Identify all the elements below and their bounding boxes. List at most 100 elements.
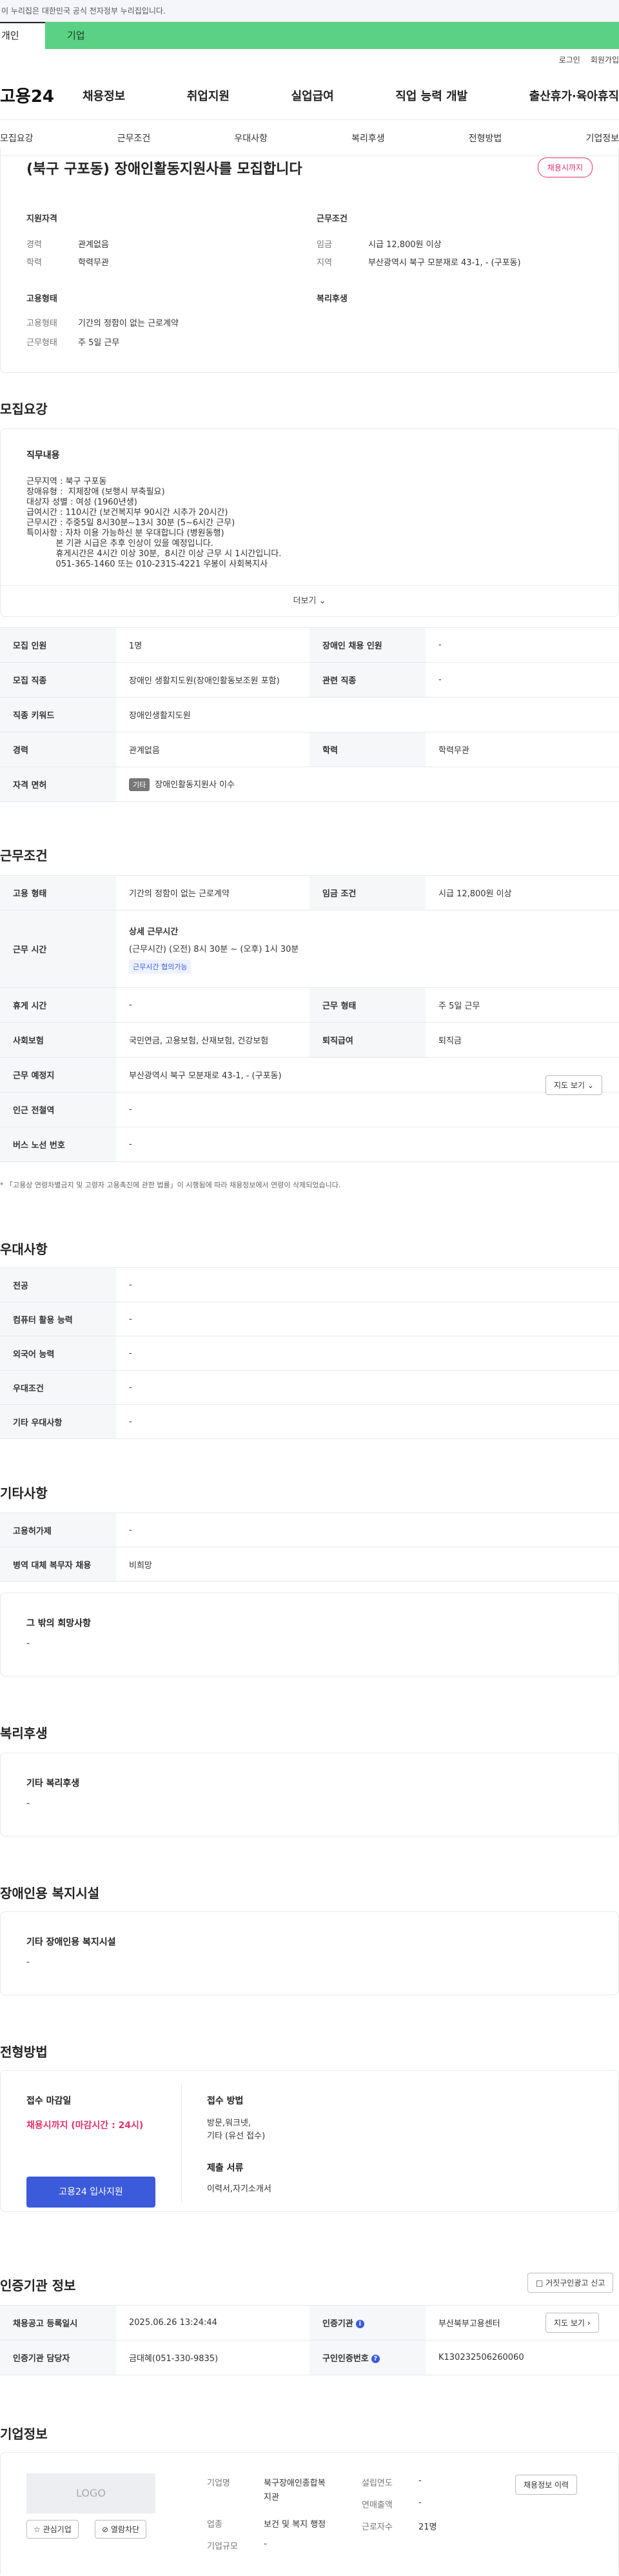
table-key: 자격 면허	[0, 767, 116, 802]
table-value: 2025.06.26 13:24:44	[116, 2305, 310, 2340]
gnb-item[interactable]: 실업급여	[291, 87, 334, 104]
emptype-value: 기간의 정함이 없는 근로계약	[78, 319, 179, 328]
license-chip: 기타	[129, 778, 150, 791]
favorite-company-button[interactable]: ☆ 관심기업	[26, 2520, 79, 2539]
apply-button[interactable]: 고용24 입사지원	[26, 2177, 155, 2208]
table-key: 근무 예정지	[0, 1057, 116, 1092]
table-key: 외국어 능력	[0, 1336, 116, 1371]
region-value: 부산광역시 북구 모분재로 43-1, - (구포동)	[368, 258, 521, 268]
recruit-table: 모집 인원 1명 장애인 채용 인원 - 모집 직종 장애인 생활지도원(장애인…	[0, 627, 619, 802]
welfare-heading: 복리후생	[317, 294, 348, 304]
table-value: 주 5일 근무	[426, 987, 619, 1023]
table-key: 모집 인원	[0, 627, 116, 663]
table-value: 기간의 정함이 없는 근로계약	[116, 875, 310, 911]
info-icon[interactable]: ?	[371, 2355, 380, 2363]
tab-preference[interactable]: 우대사항	[234, 132, 268, 145]
company-section-title: 기업정보	[0, 2426, 48, 2442]
table-row: 인증기관 담당자 금대혜(051-330-9835) 구인인증번호? K1302…	[0, 2340, 619, 2375]
tab-welfare[interactable]: 복리후생	[351, 132, 385, 145]
table-key: 버스 노선 번호	[0, 1127, 116, 1162]
tab-conditions[interactable]: 근무조건	[117, 132, 151, 145]
disabled-box-value: -	[26, 1957, 30, 1967]
method-value-line2: 기타 (유선 접수)	[207, 2131, 266, 2141]
company-logo-placeholder: LOGO	[26, 2473, 155, 2513]
disabled-section-title: 장애인용 복지시설	[0, 1886, 100, 1901]
table-value: 장애인생활지도원	[116, 697, 619, 732]
agency-table: 채용공고 등록일시 2025.06.26 13:24:44 인증기관 i 부산북부…	[0, 2305, 619, 2375]
table-value: 관계없음	[116, 732, 310, 767]
map-view-button[interactable]: 지도 보기 ⌄	[545, 1075, 602, 1095]
table-key: 휴게 시간	[0, 987, 116, 1023]
tab-recruit[interactable]: 모집요강	[0, 132, 34, 145]
table-value: -	[116, 1513, 619, 1547]
sales-value: -	[418, 2498, 422, 2508]
table-key: 컴퓨터 활용 능력	[0, 1302, 116, 1336]
more-label: 더보기	[293, 596, 317, 606]
tab-company[interactable]: 기업정보	[585, 132, 619, 145]
company-size-value: -	[264, 2539, 267, 2549]
education-key: 학력	[26, 258, 42, 268]
table-row: 자격 면허 기타 장애인활동지원사 이수	[0, 767, 619, 802]
hiring-history-button[interactable]: 채용정보 이력	[515, 2475, 578, 2495]
global-nav: 고용24 채용정보 취업지원 실업급여 직업 능력 개발 출산휴가·육아휴직	[0, 71, 619, 120]
favorite-label: 관심기업	[43, 2525, 72, 2534]
agency-section-title: 인증기관 정보	[0, 2278, 76, 2293]
site-logo[interactable]: 고용24	[0, 83, 83, 107]
duty-line: 본 기관 시급은 추후 인상이 있을 예정입니다.	[26, 539, 213, 548]
table-value: -	[116, 1302, 619, 1336]
education-value: 학력무관	[78, 258, 109, 268]
time-negotiable-tag: 근무시간 협의가능	[129, 959, 192, 974]
duty-line: 근무지역 : 북구 구포동	[26, 477, 107, 487]
gnb-item[interactable]: 출산휴가·육아휴직	[529, 87, 619, 104]
gnb-item[interactable]: 취업지원	[187, 87, 230, 104]
table-row: 고용허가제 -	[0, 1513, 619, 1547]
duty-line: 특이사항 : 자차 이용 가능하신 분 우대합니다 (병원동행)	[26, 528, 224, 538]
gnb-item[interactable]: 채용정보	[83, 87, 125, 104]
table-key: 경력	[0, 732, 116, 767]
career-key: 경력	[26, 240, 42, 250]
table-row: 사회보험 국민연금, 고용보험, 산재보험, 건강보험 퇴직급여 퇴직금	[0, 1022, 619, 1058]
more-button[interactable]: 더보기 ⌄	[1, 585, 618, 616]
table-key: 인근 전철역	[0, 1092, 116, 1127]
job-title: (북구 구포동) 장애인활동지원사를 모집합니다	[26, 161, 302, 177]
report-false-ad-button[interactable]: □ 거짓구인광고 신고	[527, 2273, 614, 2293]
conditions-heading: 근무조건	[317, 214, 348, 224]
signup-link[interactable]: 회원가입	[591, 55, 619, 65]
info-icon[interactable]: i	[355, 2320, 364, 2328]
block-icon: ⊘	[102, 2525, 109, 2534]
table-value: 금대혜(051-330-9835)	[116, 2340, 310, 2375]
docs-heading: 제출 서류	[207, 2163, 244, 2173]
table-key: 근무 형태	[310, 987, 426, 1023]
table-value: -	[116, 1127, 619, 1162]
table-row: 경력 관계없음 학력 학력무관	[0, 732, 619, 767]
recruit-section-title: 모집요강	[0, 401, 48, 417]
table-value: 비희망	[116, 1547, 619, 1582]
table-value: 1명	[116, 627, 310, 663]
table-row: 근무 예정지 부산광역시 북구 모분재로 43-1, - (구포동)	[0, 1057, 619, 1092]
usertype-corporate-tab[interactable]: 기업	[45, 22, 619, 49]
table-key: 인증기관	[322, 2319, 353, 2329]
table-row: 모집 인원 1명 장애인 채용 인원 -	[0, 627, 619, 663]
report-icon: □	[536, 2279, 544, 2288]
block-label: 열람차단	[110, 2525, 140, 2534]
chevron-right-icon: ›	[587, 2319, 591, 2328]
gnb-item[interactable]: 직업 능력 개발	[395, 87, 467, 104]
table-value: 장애인 생활지도원(장애인활동보조원 포함)	[116, 662, 310, 698]
agency-map-button[interactable]: 지도 보기 ›	[545, 2313, 599, 2333]
company-name-value-line2: 지관	[264, 2493, 279, 2502]
login-link[interactable]: 로그인	[559, 55, 580, 65]
etc-section-title: 기타사항	[0, 1485, 48, 1501]
tab-selection[interactable]: 전형방법	[469, 132, 502, 145]
selection-section-title: 전형방법	[0, 2044, 48, 2060]
table-key: 근무 시간	[0, 910, 116, 988]
gov-notice-text: 이 누리집은 대한민국 공식 전자정부 누리집입니다.	[1, 6, 166, 15]
employees-key: 근로자수	[362, 2522, 393, 2532]
usertype-personal-tab[interactable]: 개인	[0, 22, 45, 49]
company-name-value-line1: 북구장애인종합복	[264, 2479, 326, 2488]
age-notice: * 「고용상 연령차별금지 및 고령자 고용촉진에 관한 법률」이 시행됨에 따…	[0, 1181, 341, 1189]
block-view-button[interactable]: ⊘ 열람차단	[95, 2520, 147, 2539]
conditions-section-title: 근무조건	[0, 848, 48, 863]
welfare-box-heading: 기타 복리후생	[26, 1778, 80, 1789]
deadline-value: 채용시까지 (마감시간 : 24시)	[26, 2120, 144, 2131]
table-key: 장애인 채용 인원	[310, 627, 426, 663]
